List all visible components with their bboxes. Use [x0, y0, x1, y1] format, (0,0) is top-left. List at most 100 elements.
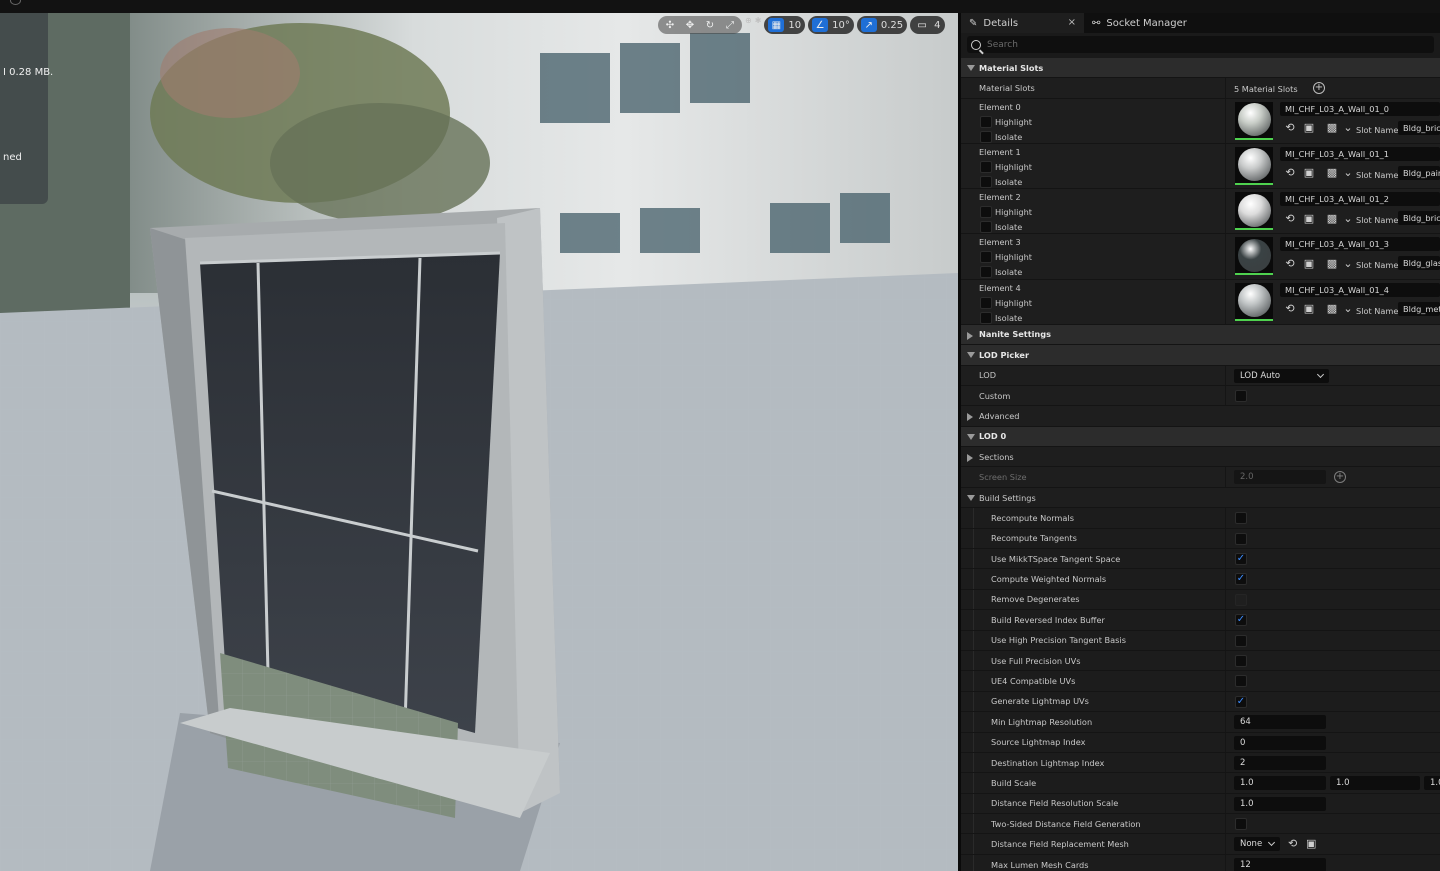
expand-arrow-icon[interactable] [967, 65, 975, 71]
chevron-down-icon[interactable]: ⌄ [1343, 166, 1352, 180]
setting-checkbox[interactable] [1235, 818, 1247, 831]
material-thumbnail[interactable] [1235, 146, 1273, 185]
scale-arrow-icon[interactable]: ↗ [860, 18, 877, 32]
setting-checkbox[interactable]: ✓ [1235, 553, 1247, 566]
setting-checkbox[interactable]: ✓ [1235, 695, 1247, 708]
rotation-snap-toggle[interactable]: ∠ 10° [808, 16, 854, 34]
browse-folder-icon[interactable]: ▣ [1302, 166, 1316, 180]
level-viewport[interactable]: I 0.28 MB. ned ✣ ✥ ↻ ⤢ ⊕ ✱ ▦ 10 ∠ 10° ↗ … [0, 13, 958, 871]
slot-name-field[interactable]: Bldg_paint [1398, 165, 1440, 180]
checker-texture-icon[interactable]: ▩ [1325, 166, 1339, 180]
setting-checkbox[interactable] [1235, 634, 1247, 647]
category-material-slots[interactable]: Material Slots [961, 58, 1440, 79]
grid-snap-toggle[interactable]: ▦ 10 [764, 16, 806, 34]
camera-speed-value[interactable]: 4 [934, 20, 940, 31]
close-icon[interactable]: × [1068, 17, 1076, 28]
highlight-checkbox[interactable] [980, 115, 992, 128]
setting-checkbox[interactable] [1235, 675, 1247, 688]
isolate-checkbox[interactable] [980, 266, 992, 279]
slot-name-field[interactable]: Bldg_glass [1398, 256, 1440, 271]
setting-checkbox[interactable] [1235, 593, 1247, 606]
move-icon[interactable]: ✥ [682, 18, 698, 32]
checker-texture-icon[interactable]: ▩ [1325, 256, 1339, 270]
checker-texture-icon[interactable]: ▩ [1325, 302, 1339, 316]
build-scale-x-field[interactable]: 1.0 [1234, 776, 1326, 791]
setting-checkbox[interactable] [1235, 532, 1247, 545]
scale-icon[interactable]: ⤢ [722, 18, 738, 32]
highlight-checkbox[interactable] [980, 206, 992, 219]
expand-arrow-icon[interactable] [967, 494, 975, 501]
expand-arrow-icon[interactable] [967, 352, 975, 359]
expand-arrow-icon[interactable] [967, 433, 975, 440]
build-scale-z-field[interactable]: 1.0 [1424, 776, 1440, 791]
checker-texture-icon[interactable]: ▩ [1325, 211, 1339, 225]
custom-checkbox[interactable] [1235, 389, 1247, 402]
material-thumbnail[interactable] [1235, 282, 1273, 321]
add-slot-icon[interactable]: + [1313, 82, 1325, 95]
collapse-arrow-icon[interactable] [967, 454, 973, 463]
setting-number-field[interactable]: 2 [1234, 755, 1326, 770]
surface-snap-icon[interactable]: ✱ [755, 16, 762, 34]
setting-number-field[interactable]: 1.0 [1234, 796, 1326, 811]
camera-speed-button[interactable]: ▭ 4 [910, 16, 945, 34]
material-thumbnail[interactable] [1235, 237, 1273, 276]
chevron-down-icon[interactable]: ⌄ [1343, 302, 1352, 316]
setting-checkbox[interactable]: ✓ [1235, 573, 1247, 586]
setting-number-field[interactable]: 12 [1234, 857, 1326, 871]
use-selected-icon[interactable]: ⟲ [1283, 256, 1297, 270]
chevron-down-icon[interactable]: ⌄ [1343, 121, 1352, 135]
category-lod0[interactable]: LOD 0 [961, 426, 1440, 448]
angle-icon[interactable]: ∠ [812, 18, 829, 32]
use-selected-icon[interactable]: ⟲ [1288, 837, 1297, 850]
build-settings-row[interactable]: Build Settings [961, 487, 1440, 509]
camera-icon[interactable]: ▭ [914, 18, 930, 32]
slot-name-field[interactable]: Bldg_metal [1398, 301, 1440, 316]
select-icon[interactable]: ✣ [662, 18, 678, 32]
collapse-arrow-icon[interactable] [967, 413, 973, 422]
slot-name-field[interactable]: Bldg_brick [1398, 120, 1440, 135]
replacement-mesh-dropdown[interactable]: None [1234, 837, 1280, 852]
material-thumbnail[interactable] [1235, 101, 1273, 140]
browse-folder-icon[interactable]: ▣ [1302, 302, 1316, 316]
material-asset-field[interactable]: MI_CHF_L03_A_Wall_01_0 [1280, 101, 1440, 116]
checker-texture-icon[interactable]: ▩ [1325, 121, 1339, 135]
build-scale-y-field[interactable]: 1.0 [1330, 776, 1420, 791]
lod-dropdown[interactable]: LOD Auto [1234, 368, 1329, 383]
advanced-row[interactable]: Advanced [961, 406, 1440, 427]
use-selected-icon[interactable]: ⟲ [1283, 166, 1297, 180]
coordinate-space-icon[interactable]: ⊕ [745, 16, 752, 34]
highlight-checkbox[interactable] [980, 296, 992, 309]
browse-folder-icon[interactable]: ▣ [1306, 837, 1316, 850]
add-icon[interactable]: + [1334, 471, 1346, 484]
material-asset-field[interactable]: MI_CHF_L03_A_Wall_01_1 [1280, 146, 1440, 161]
category-lod-picker[interactable]: LOD Picker [961, 345, 1440, 366]
rotate-icon[interactable]: ↻ [702, 18, 718, 32]
isolate-checkbox[interactable] [980, 221, 992, 234]
setting-checkbox[interactable]: ✓ [1235, 614, 1247, 627]
setting-checkbox[interactable] [1235, 512, 1247, 525]
material-asset-field[interactable]: MI_CHF_L03_A_Wall_01_4 [1280, 282, 1440, 297]
setting-checkbox[interactable] [1235, 654, 1247, 667]
grid-icon[interactable]: ▦ [768, 18, 785, 32]
material-asset-field[interactable]: MI_CHF_L03_A_Wall_01_3 [1280, 237, 1440, 252]
search-input[interactable]: Search [967, 36, 1434, 53]
material-asset-field[interactable]: MI_CHF_L03_A_Wall_01_2 [1280, 192, 1440, 207]
browse-folder-icon[interactable]: ▣ [1302, 121, 1316, 135]
collapse-arrow-icon[interactable] [967, 331, 973, 340]
chevron-down-icon[interactable]: ⌄ [1343, 211, 1352, 225]
setting-number-field[interactable]: 0 [1234, 735, 1326, 750]
isolate-checkbox[interactable] [980, 130, 992, 143]
screen-size-field[interactable]: 2.0 [1234, 470, 1326, 485]
transform-tools[interactable]: ✣ ✥ ↻ ⤢ [658, 16, 742, 34]
engine-logo-icon[interactable] [10, 0, 21, 5]
tab-socket-manager[interactable]: ⚯ Socket Manager [1084, 13, 1195, 33]
tab-details[interactable]: ✎ Details × [961, 13, 1084, 33]
grid-snap-value[interactable]: 10 [788, 20, 801, 31]
scale-snap-toggle[interactable]: ↗ 0.25 [856, 16, 908, 34]
setting-number-field[interactable]: 64 [1234, 715, 1326, 730]
rotation-snap-value[interactable]: 10° [832, 20, 850, 31]
slot-name-field[interactable]: Bldg_brick [1398, 211, 1440, 226]
use-selected-icon[interactable]: ⟲ [1283, 211, 1297, 225]
scale-snap-value[interactable]: 0.25 [881, 20, 903, 31]
use-selected-icon[interactable]: ⟲ [1283, 302, 1297, 316]
